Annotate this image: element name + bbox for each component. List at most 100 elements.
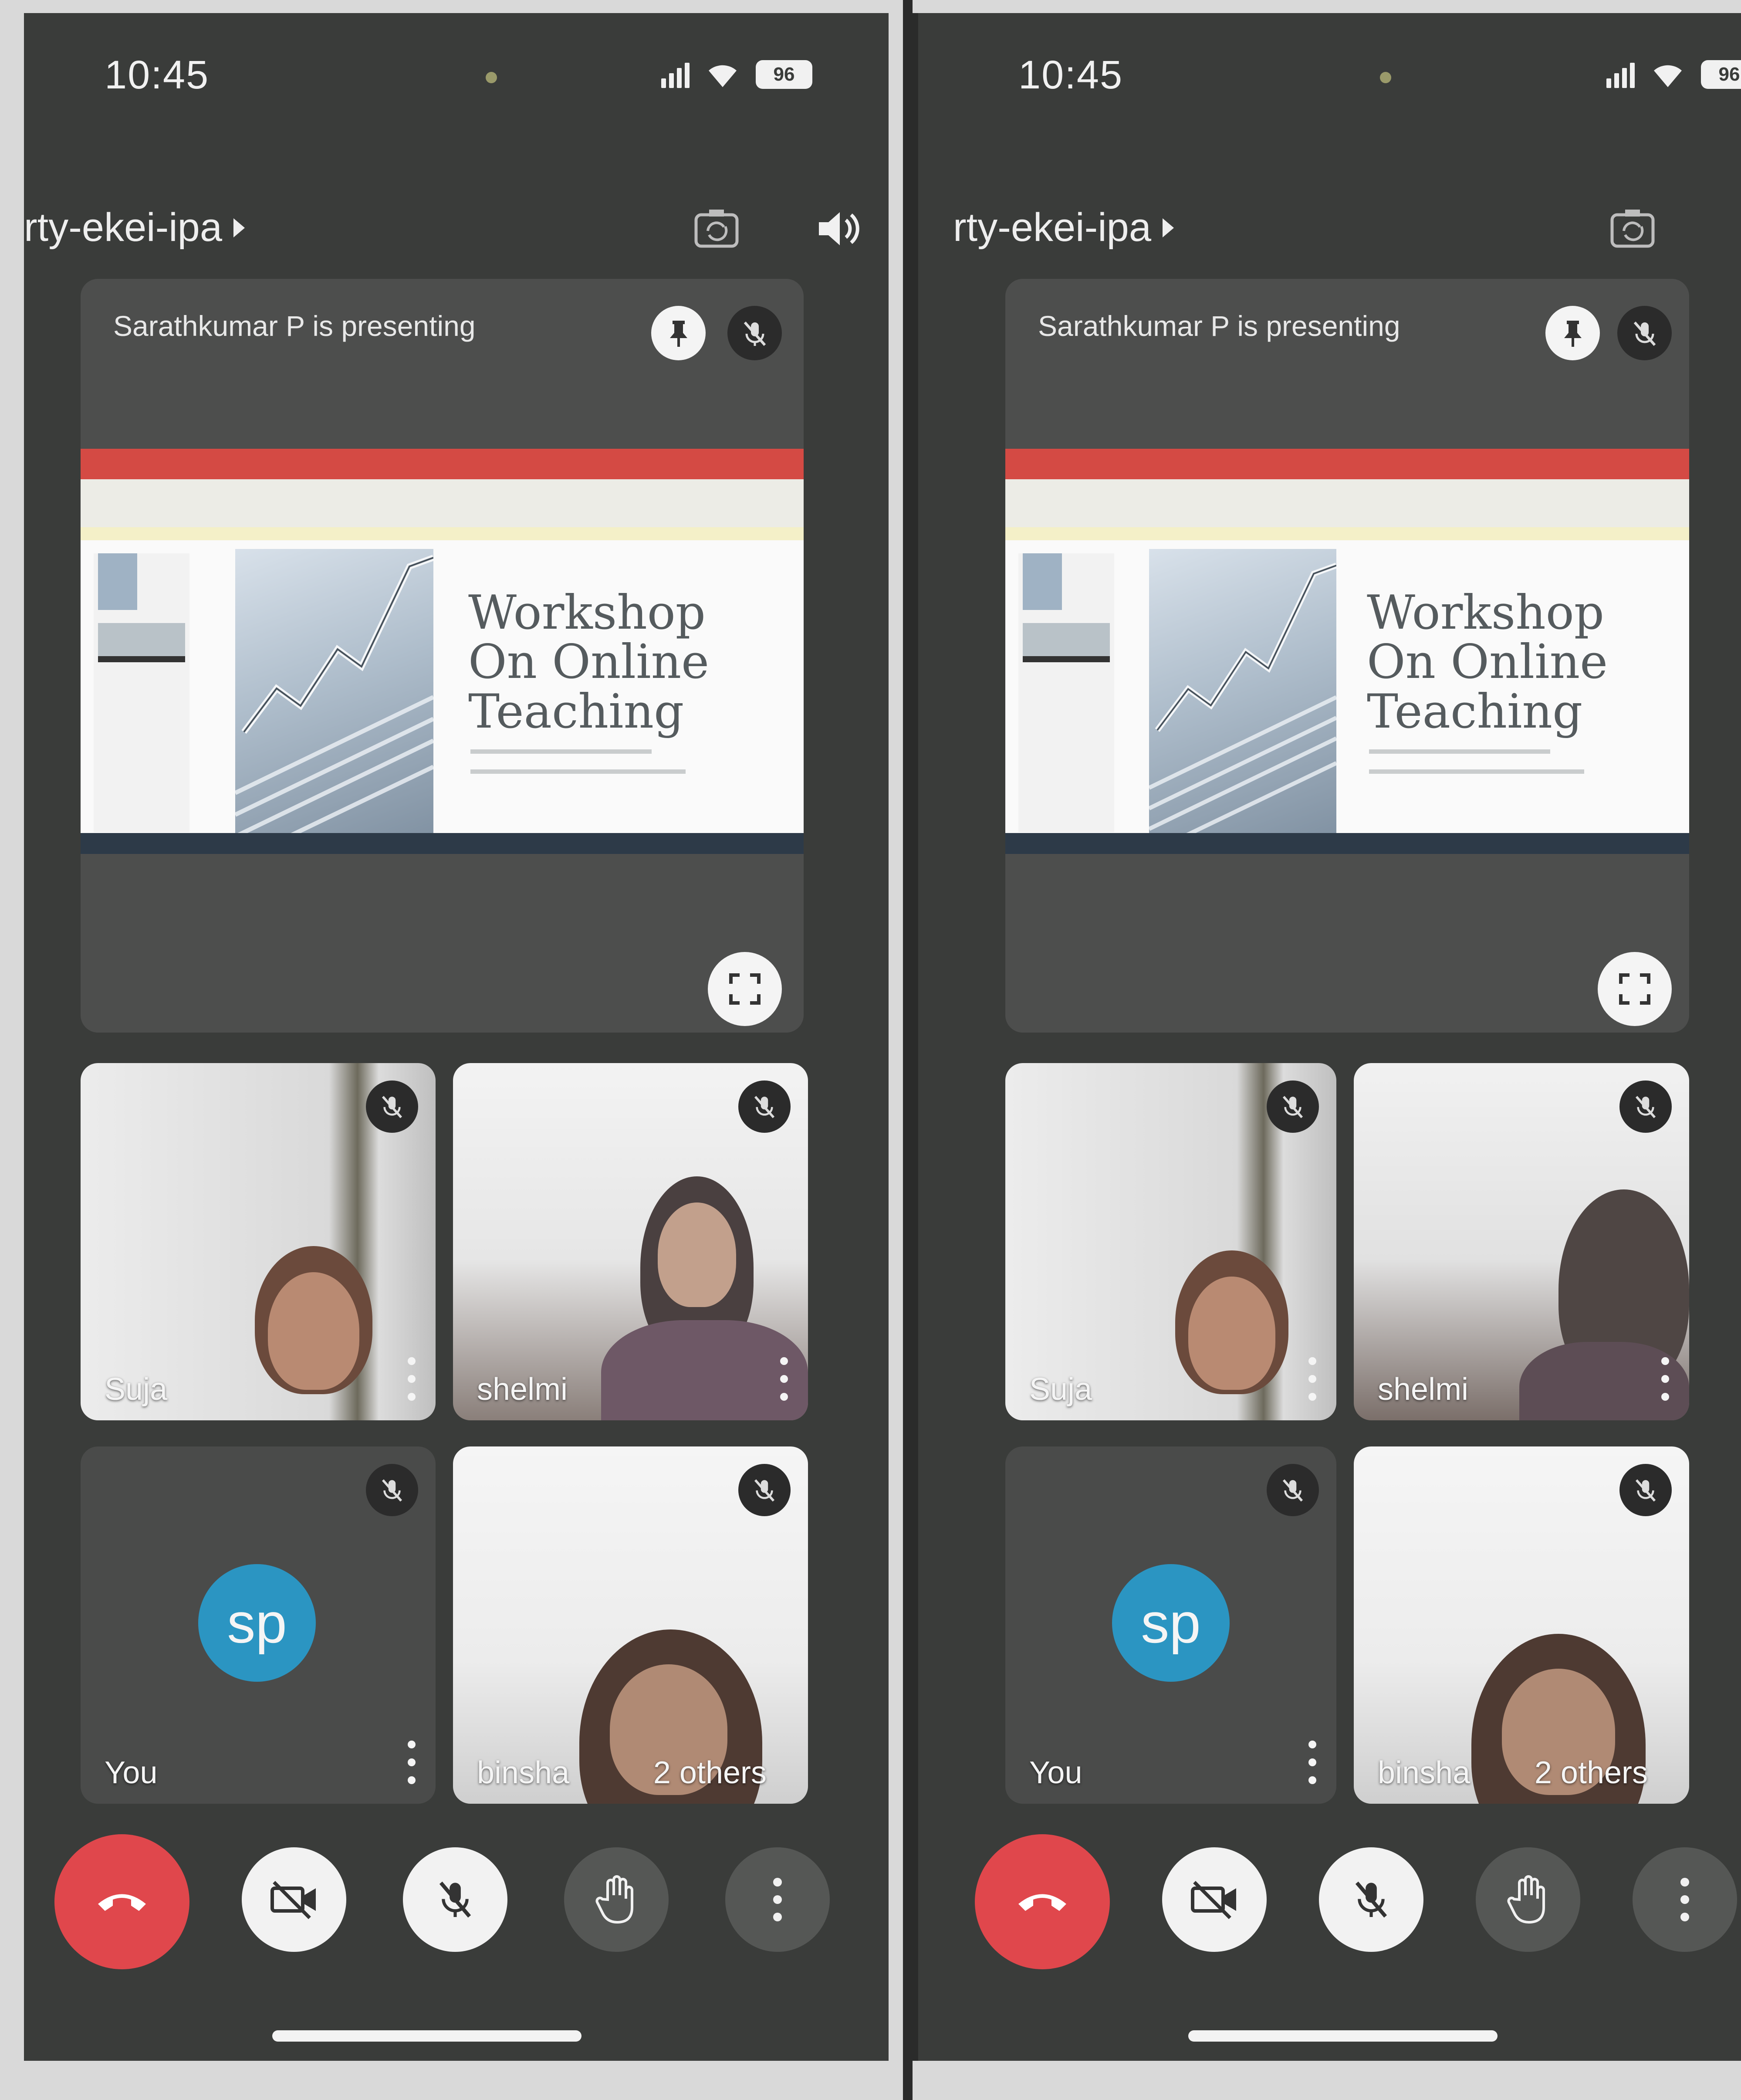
slide-subtitle-placeholder <box>1369 749 1596 789</box>
wifi-icon <box>705 61 740 88</box>
camera-toggle-button[interactable] <box>242 1847 346 1952</box>
participant-tile-self[interactable]: sp You <box>1005 1446 1336 1804</box>
avatar: sp <box>198 1564 316 1682</box>
status-bar: 10:45 96 <box>24 44 889 105</box>
camera-toggle-button[interactable] <box>1162 1847 1267 1952</box>
fullscreen-button[interactable] <box>708 952 782 1026</box>
participant-name: Suja <box>105 1372 168 1407</box>
front-camera-dot <box>1380 72 1391 83</box>
battery-icon: 96 <box>1701 60 1741 89</box>
end-call-button[interactable] <box>975 1834 1110 1969</box>
slide-image <box>1149 549 1336 850</box>
participant-options-icon[interactable] <box>405 1741 418 1784</box>
presentation-card[interactable]: Sarathkumar P is presenting Workshop On … <box>81 279 804 1033</box>
participant-tile[interactable]: shelmi <box>1354 1063 1689 1420</box>
participant-tile[interactable]: Suja <box>1005 1063 1336 1420</box>
app-title-bar <box>1005 449 1689 479</box>
mic-off-icon <box>439 1881 471 1918</box>
fullscreen-button[interactable] <box>1598 952 1672 1026</box>
participant-options-icon[interactable] <box>778 1357 791 1401</box>
slide-thumbnail <box>98 623 185 662</box>
participant-tile[interactable]: binsha 2 others <box>453 1446 808 1804</box>
participant-name: You <box>1029 1755 1082 1790</box>
participant-name: You <box>105 1755 158 1790</box>
mic-off-icon <box>738 1464 791 1516</box>
participant-tile-self[interactable]: sp You <box>81 1446 436 1804</box>
app-title-bar <box>81 449 804 479</box>
participant-options-icon[interactable] <box>1306 1741 1319 1784</box>
slide-thumbnail <box>1023 553 1062 610</box>
presenter-muted-indicator <box>727 306 782 360</box>
caret-right-icon <box>233 218 245 237</box>
slide-image <box>235 549 433 850</box>
participant-options-icon[interactable] <box>405 1357 418 1401</box>
more-options-button[interactable] <box>725 1847 830 1952</box>
mic-off-icon <box>1267 1464 1319 1516</box>
mic-off-icon <box>366 1464 418 1516</box>
speaker-icon[interactable] <box>1737 205 1741 253</box>
meeting-code-button[interactable]: rty-ekei-ipa <box>24 205 245 251</box>
avatar: sp <box>1112 1564 1230 1682</box>
meeting-code-button[interactable]: rty-ekei-ipa <box>953 205 1174 251</box>
participant-options-icon[interactable] <box>1306 1357 1319 1401</box>
front-camera-dot <box>486 72 497 83</box>
battery-icon: 96 <box>756 60 812 89</box>
camera-off-icon <box>270 1881 316 1919</box>
status-icons: 96 <box>661 60 812 89</box>
home-indicator[interactable] <box>272 2030 581 2042</box>
pin-button[interactable] <box>1545 306 1600 360</box>
mic-toggle-button[interactable] <box>403 1847 507 1952</box>
participant-name: binsha <box>477 1755 570 1790</box>
app-message-bar <box>1005 527 1689 540</box>
signal-icon <box>661 61 690 88</box>
participant-tile[interactable]: shelmi <box>453 1063 808 1420</box>
presenter-muted-indicator <box>1617 306 1672 360</box>
caret-right-icon <box>1163 218 1174 237</box>
call-controls <box>24 1834 889 1978</box>
more-options-icon <box>1680 1878 1689 1921</box>
switch-camera-icon[interactable] <box>1606 205 1659 253</box>
slide-thumbnail <box>1023 623 1110 662</box>
pin-icon <box>1564 320 1582 347</box>
mic-off-icon <box>1619 1464 1672 1516</box>
end-call-button[interactable] <box>54 1834 189 1969</box>
meeting-header: rty-ekei-ipa <box>24 192 889 253</box>
slide-title-line: On Online <box>1367 635 1608 690</box>
raise-hand-icon <box>1507 1875 1545 1924</box>
slide-title-line: Teaching <box>468 684 684 739</box>
participant-options-icon[interactable] <box>1659 1357 1672 1401</box>
fullscreen-icon <box>1619 973 1650 1005</box>
camera-off-icon <box>1191 1881 1236 1919</box>
slide-thumbnails <box>94 553 189 832</box>
more-options-button[interactable] <box>1633 1847 1737 1952</box>
end-call-icon <box>98 1894 146 1911</box>
others-count[interactable]: 2 others <box>1535 1755 1648 1791</box>
meeting-code: rty-ekei-ipa <box>953 205 1152 250</box>
meeting-header: rty-ekei-ipa <box>918 192 1741 253</box>
participant-name: Suja <box>1029 1372 1092 1407</box>
home-indicator[interactable] <box>1188 2030 1498 2042</box>
app-message-bar <box>81 527 804 540</box>
windows-taskbar <box>1005 833 1689 854</box>
mic-off-icon <box>366 1080 418 1133</box>
fullscreen-icon <box>729 973 761 1005</box>
status-icons: 96 <box>1606 60 1741 89</box>
presentation-card[interactable]: Sarathkumar P is presenting Workshop On … <box>1005 279 1689 1033</box>
shared-screen: Workshop On Online Teaching <box>1005 449 1689 854</box>
mic-toggle-button[interactable] <box>1319 1847 1423 1952</box>
mic-off-icon <box>738 1080 791 1133</box>
slide-title-line: Workshop <box>468 586 706 640</box>
others-count[interactable]: 2 others <box>653 1755 767 1791</box>
mic-off-icon <box>1267 1080 1319 1133</box>
switch-camera-icon[interactable] <box>690 205 743 253</box>
signal-icon <box>1606 61 1635 88</box>
pin-button[interactable] <box>651 306 706 360</box>
raise-hand-button[interactable] <box>564 1847 669 1952</box>
participant-name: shelmi <box>1378 1372 1469 1407</box>
speaker-icon[interactable] <box>812 205 865 253</box>
participant-tile[interactable]: Suja <box>81 1063 436 1420</box>
slide-subtitle-placeholder <box>470 749 697 789</box>
raise-hand-button[interactable] <box>1476 1847 1580 1952</box>
shared-screen: Workshop On Online Teaching <box>81 449 804 854</box>
participant-tile[interactable]: binsha 2 others <box>1354 1446 1689 1804</box>
